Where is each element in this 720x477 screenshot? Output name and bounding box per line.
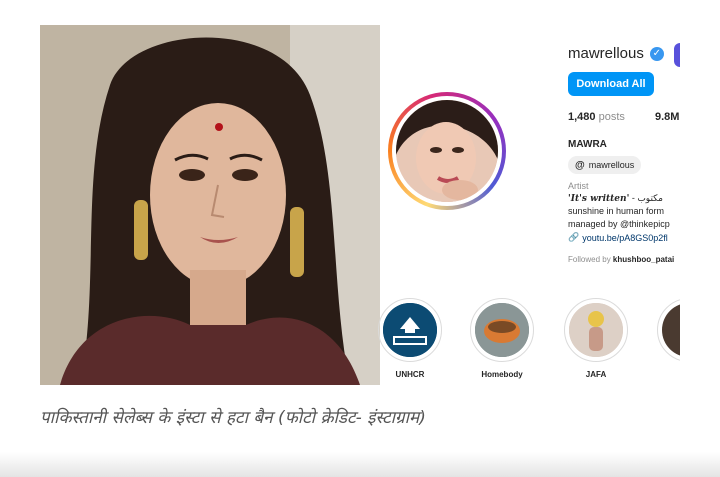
followed-by-prefix: Followed by [568,255,613,264]
celebrity-photo [40,25,380,385]
person-photo [569,303,623,357]
threads-icon: @ [575,159,585,171]
highlight-jafa[interactable]: JAFA [564,298,628,379]
followed-by-user[interactable]: khushboo_patai [613,255,674,264]
highlight-label: JAFA [585,370,607,379]
bio-link-text: youtu.be/pA8GS0p2fl [582,232,668,243]
bio-line-3: managed by @thinkepicp [568,219,670,229]
bottom-shadow [0,452,720,477]
bio-link[interactable]: 🔗 youtu.be/pA8GS0p2fl [568,232,668,243]
highlight-ring [470,298,534,362]
highlight-ring [564,298,628,362]
posts-stat: 1,480 posts [568,111,625,123]
highlight-ring [378,298,442,362]
threads-badge[interactable]: @ mawrellous [568,156,642,174]
username-row: mawrellous ✓ [568,45,664,62]
highlight-label: Homebody [481,370,523,379]
profile-name: MAWRA [568,139,607,150]
screenshot-frame: mawrellous ✓ Download All 1,480 posts 9.… [40,25,680,385]
bowl-icon [475,303,529,357]
highlight-homebody[interactable]: Homebody [470,298,534,379]
posts-label: posts [598,111,625,123]
followed-by: Followed by khushboo_patai [568,255,674,264]
profile-picture-ring[interactable] [388,92,506,210]
username: mawrellous [568,45,644,62]
profile-category: Artist [568,181,589,191]
followers-count[interactable]: 9.8M [655,111,679,123]
bio-line-2: sunshine in human form [568,206,665,216]
highlight-unhcr[interactable]: UNHCR [378,298,442,379]
verified-badge-icon: ✓ [649,46,664,61]
highlight-ring [657,298,680,362]
posts-count: 1,480 [568,111,596,123]
bio-line-1: 'It's written' - مكتوب [568,193,663,204]
profile-picture-border [392,96,502,206]
highlight-partial[interactable] [657,298,680,362]
bio-quote: 'It's written' [568,194,630,204]
download-all-button[interactable]: Download All [568,72,654,96]
follow-button-partial[interactable] [674,43,680,67]
link-icon: 🔗 [568,232,580,242]
bio-urdu: - مكتوب [629,193,663,203]
threads-handle: mawrellous [588,160,635,170]
partial-highlight-icon [662,303,680,357]
unhcr-logo-icon [383,303,437,357]
highlight-label: UNHCR [395,370,425,379]
profile-picture [396,100,498,202]
article-caption: पाकिस्तानी सेलेब्स के इंस्टा से हटा बैन … [40,408,426,428]
